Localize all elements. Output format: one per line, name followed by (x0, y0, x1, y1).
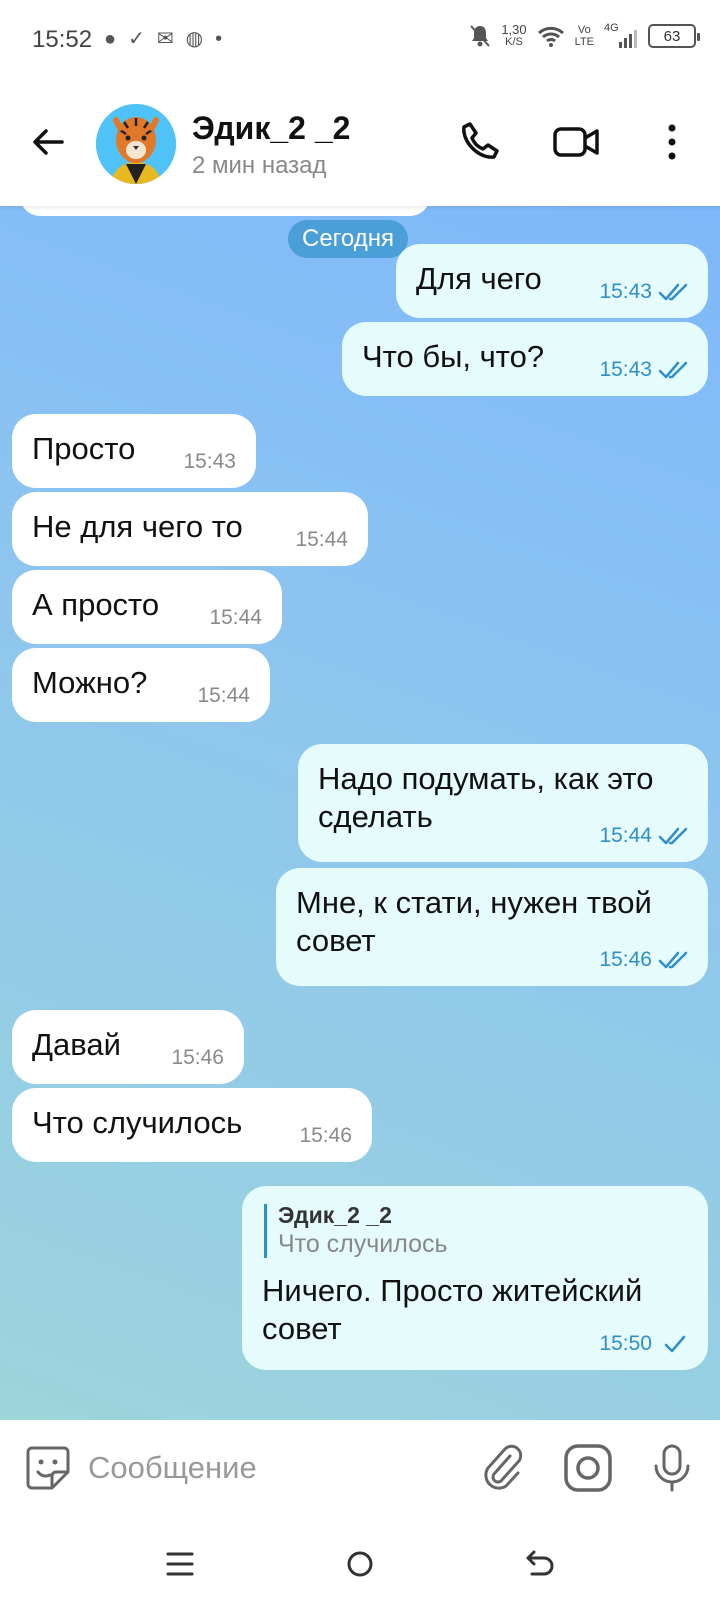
system-icons: 1,30 K/S Vo LTE 4G 63 (469, 22, 700, 48)
last-seen-status: 2 мин назад (192, 152, 327, 179)
mic-icon[interactable] (646, 1442, 698, 1494)
volte-indicator: Vo LTE (575, 24, 594, 48)
message-text: Для чего (416, 261, 542, 296)
message-input[interactable]: Сообщение (88, 1450, 257, 1486)
system-navigation-bar (0, 1516, 720, 1612)
incoming-message[interactable]: Можно? 15:44 (12, 648, 270, 722)
mail-notification-icon: ✉ (156, 28, 174, 50)
battery-level: 63 (663, 27, 681, 45)
chat-notification-icon: ● (104, 28, 117, 50)
message-time: 15:44 (295, 528, 348, 551)
message-time: 15:43 (599, 358, 652, 381)
mute-icon (470, 25, 491, 47)
message-text: Не для чего то (32, 509, 243, 544)
chat-title[interactable]: Эдик_2 _2 (192, 110, 350, 147)
incoming-message[interactable]: Давай 15:46 (12, 1010, 244, 1084)
tiger-avatar-image (96, 104, 176, 184)
chat-message-list[interactable]: Сегодня Для чего 15:43 Что бы, что? 15:4… (0, 206, 720, 1420)
back-nav-icon[interactable] (520, 1544, 560, 1584)
previous-message-edge (20, 206, 430, 216)
net-speed-value: 1,30 (501, 22, 527, 37)
avatar[interactable] (96, 104, 176, 184)
net-speed-unit: K/S (505, 36, 523, 48)
home-icon[interactable] (340, 1544, 380, 1584)
message-time: 15:43 (599, 280, 652, 303)
incoming-message[interactable]: А просто 15:44 (12, 570, 282, 644)
chat-header: Эдик_2 _2 2 мин назад (0, 82, 720, 206)
message-time: 15:44 (197, 684, 250, 707)
battery-indicator: 63 (648, 24, 700, 48)
message-time: 15:46 (171, 1046, 224, 1069)
date-separator: Сегодня (288, 220, 408, 258)
single-check-icon (664, 1335, 686, 1353)
signal-icon (619, 30, 637, 48)
outgoing-message[interactable]: Мне, к стати, нужен твой совет 15:46 (276, 868, 708, 986)
double-check-icon (658, 827, 688, 845)
notification-icons: ● ✓ ✉ ◍ • (104, 26, 222, 52)
message-text: Что бы, что? (362, 339, 545, 374)
double-check-icon (658, 951, 688, 969)
signal-indicator: 4G (604, 22, 638, 48)
attach-icon[interactable] (476, 1442, 528, 1494)
reply-quote-bar (264, 1204, 267, 1258)
recent-apps-icon[interactable] (160, 1544, 200, 1584)
network-type: 4G (604, 22, 619, 34)
reply-quoted-text[interactable]: Что случилось (278, 1230, 448, 1259)
outgoing-message[interactable]: Для чего 15:43 (396, 244, 708, 318)
app-notification-icon: ◍ (185, 28, 204, 50)
outgoing-message[interactable]: Надо подумать, как это сделать 15:44 (298, 744, 708, 862)
more-notifications-icon: • (215, 28, 223, 50)
more-vert-icon[interactable] (648, 118, 696, 166)
incoming-message[interactable]: Не для чего то 15:44 (12, 492, 368, 566)
double-check-icon (658, 361, 688, 379)
incoming-message[interactable]: Просто 15:43 (12, 414, 256, 488)
wifi-icon (537, 26, 564, 47)
outgoing-reply-message[interactable]: Эдик_2 _2 Что случилось Ничего. Просто ж… (242, 1186, 708, 1370)
status-bar: 15:52 ● ✓ ✉ ◍ • 1,30 K/S Vo LTE 4G 63 (0, 0, 720, 82)
back-arrow-icon[interactable] (28, 122, 68, 162)
message-time: 15:50 (599, 1332, 652, 1355)
video-call-icon[interactable] (552, 118, 600, 166)
camera-icon[interactable] (562, 1442, 614, 1494)
outgoing-message[interactable]: Что бы, что? 15:43 (342, 322, 708, 396)
volte-top: Vo (577, 24, 591, 36)
message-text: А просто (32, 587, 160, 622)
message-time: 15:46 (599, 948, 652, 971)
message-time: 15:43 (183, 450, 236, 473)
message-text: Что случилось (32, 1105, 243, 1140)
check-notification-icon: ✓ (128, 28, 145, 50)
sticker-icon[interactable] (24, 1444, 72, 1492)
message-time: 15:44 (599, 824, 652, 847)
phone-icon[interactable] (456, 118, 504, 166)
message-time: 15:44 (209, 606, 262, 629)
message-text: Просто (32, 431, 136, 466)
incoming-message[interactable]: Что случилось 15:46 (12, 1088, 372, 1162)
message-text: Можно? (32, 665, 148, 700)
reply-author[interactable]: Эдик_2 _2 (278, 1202, 392, 1229)
status-time: 15:52 (32, 26, 93, 53)
net-speed: 1,30 K/S (501, 22, 527, 48)
message-text: Давай (32, 1027, 121, 1062)
message-input-bar: Сообщение (0, 1420, 720, 1516)
volte-bottom: LTE (574, 36, 594, 48)
message-time: 15:46 (299, 1124, 352, 1147)
double-check-icon (658, 283, 688, 301)
